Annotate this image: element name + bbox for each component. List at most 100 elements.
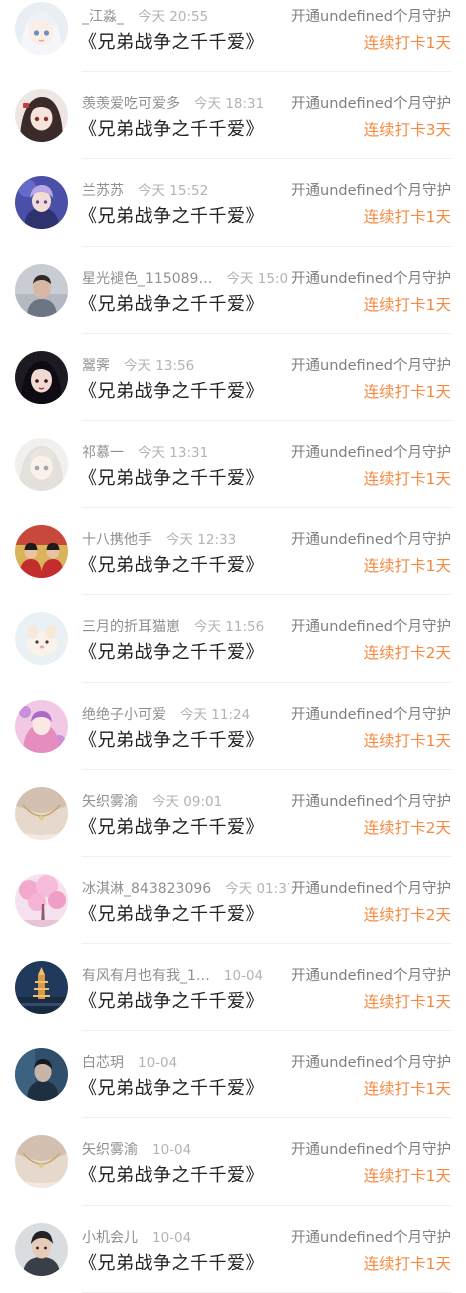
streak-badge: 连续打卡1天 [363, 208, 451, 227]
user-meta: 翯霁 今天 13:56 [82, 356, 292, 376]
record-row[interactable]: 矢织雾渝 10-04 《兄弟战争之千千爱》 开通undefined个月守护 连续打… [0, 1118, 466, 1206]
plush-toy-avatar [15, 612, 68, 666]
work-title[interactable]: 《兄弟战争之千千爱》 [79, 1076, 264, 1102]
avatar[interactable] [15, 1222, 68, 1276]
user-meta: 星光褪色_115089… 今天 15:07 [82, 269, 292, 289]
action-text: 开通undefined个月守护 [289, 704, 451, 725]
streak-badge: 连续打卡1天 [363, 469, 451, 488]
username[interactable]: 羡羡爱吃可爱多 [82, 94, 180, 114]
avatar[interactable] [15, 350, 68, 404]
record-row[interactable]: 冰淇淋_843823096 今天 01:37 《兄弟战争之千千爱》 开通undef… [0, 857, 466, 945]
action-text: 开通undefined个月守护 [289, 1053, 451, 1074]
anime-girl-silver-hair-avatar [15, 437, 68, 491]
work-title[interactable]: 《兄弟战争之千千爱》 [79, 204, 264, 230]
record-row[interactable]: 三月的折耳猫崽 今天 11:56 《兄弟战争之千千爱》 开通undefined个月… [0, 595, 466, 683]
user-meta: 白芯玥 10-04 [82, 1053, 292, 1073]
streak-badge: 连续打卡1天 [363, 557, 451, 576]
avatar[interactable] [15, 176, 68, 230]
username[interactable]: 星光褪色_115089… [82, 269, 212, 289]
record-row[interactable]: _江淼_ 今天 20:55 《兄弟战争之千千爱》 开通undefined个月守护 … [0, 0, 466, 73]
user-meta: 冰淇淋_843823096 今天 01:37 [82, 879, 292, 899]
streak-badge: 连续打卡1天 [363, 731, 451, 750]
streak-badge: 连续打卡2天 [363, 644, 451, 663]
streak-badge: 连续打卡3天 [363, 121, 451, 140]
avatar[interactable] [15, 961, 68, 1015]
record-row[interactable]: 翯霁 今天 13:56 《兄弟战争之千千爱》 开通undefined个月守护 连续… [0, 334, 466, 422]
avatar[interactable] [15, 1135, 68, 1189]
action-text: 开通undefined个月守护 [289, 442, 451, 463]
avatar[interactable] [15, 786, 68, 840]
user-meta: 矢织雾渝 今天 09:01 [82, 792, 292, 812]
work-title[interactable]: 《兄弟战争之千千爱》 [79, 640, 264, 666]
work-title[interactable]: 《兄弟战争之千千爱》 [79, 728, 264, 754]
avatar[interactable] [15, 263, 68, 317]
user-meta: 祁慕一 今天 13:31 [82, 443, 292, 463]
record-row[interactable]: 祁慕一 今天 13:31 《兄弟战争之千千爱》 开通undefined个月守护 连… [0, 421, 466, 509]
action-text: 开通undefined个月守护 [289, 530, 451, 551]
avatar[interactable] [15, 699, 68, 753]
record-row[interactable]: 矢织雾渝 今天 09:01 《兄弟战争之千千爱》 开通undefined个月守护 … [0, 770, 466, 858]
pagoda-night-avatar [15, 961, 68, 1015]
username[interactable]: 小机会儿 [82, 1228, 138, 1248]
streak-badge: 连续打卡1天 [363, 382, 451, 401]
work-title[interactable]: 《兄弟战争之千千爱》 [79, 466, 264, 492]
streak-badge: 连续打卡1天 [363, 295, 451, 314]
avatar[interactable] [15, 525, 68, 579]
work-title[interactable]: 《兄弟战争之千千爱》 [79, 553, 264, 579]
record-row[interactable]: 羡羡爱吃可爱多 今天 18:31 《兄弟战争之千千爱》 开通undefined个月… [0, 72, 466, 160]
username[interactable]: 十八携他手 [82, 530, 152, 550]
username[interactable]: 翯霁 [82, 356, 110, 376]
username[interactable]: 矢织雾渝 [82, 792, 138, 812]
avatar[interactable] [15, 2, 68, 55]
record-row[interactable]: 星光褪色_115089… 今天 15:07 《兄弟战争之千千爱》 开通undefi… [0, 247, 466, 334]
action-text: 开通undefined个月守护 [289, 355, 451, 376]
record-row[interactable]: 十八携他手 今天 12:33 《兄弟战争之千千爱》 开通undefined个月守护… [0, 508, 466, 596]
user-meta: 羡羡爱吃可爱多 今天 18:31 [82, 94, 292, 114]
work-title[interactable]: 《兄弟战争之千千爱》 [79, 989, 264, 1015]
username[interactable]: 有风有月也有我_1… [82, 966, 210, 986]
username[interactable]: 兰苏苏 [82, 181, 124, 201]
avatar[interactable] [15, 873, 68, 927]
streak-badge: 连续打卡1天 [363, 1254, 451, 1273]
streak-badge: 连续打卡1天 [363, 1080, 451, 1099]
record-row[interactable]: 兰苏苏 今天 15:52 《兄弟战争之千千爱》 开通undefined个月守护 连… [0, 159, 466, 247]
anime-girl-dark-hair-avatar [15, 89, 68, 143]
user-meta: 小机会儿 10-04 [82, 1228, 292, 1248]
timestamp: 今天 01:37 [225, 880, 292, 897]
username[interactable]: 祁慕一 [82, 443, 124, 463]
timestamp: 今天 12:33 [166, 532, 237, 549]
timestamp: 10-04 [152, 1229, 192, 1246]
work-title[interactable]: 《兄弟战争之千千爱》 [79, 815, 264, 841]
action-text: 开通undefined个月守护 [289, 94, 451, 115]
avatar[interactable] [15, 1048, 68, 1102]
avatar[interactable] [15, 612, 68, 666]
record-row[interactable]: 绝绝子小可爱 今天 11:24 《兄弟战争之千千爱》 开通undefined个月守… [0, 683, 466, 770]
avatar[interactable] [15, 437, 68, 491]
work-title[interactable]: 《兄弟战争之千千爱》 [79, 292, 264, 318]
record-row[interactable]: 白芯玥 10-04 《兄弟战争之千千爱》 开通undefined个月守护 连续打卡… [0, 1031, 466, 1119]
work-title[interactable]: 《兄弟战争之千千爱》 [79, 902, 264, 928]
username[interactable]: 白芯玥 [82, 1053, 124, 1073]
timestamp: 10-04 [152, 1142, 192, 1159]
username[interactable]: 三月的折耳猫崽 [82, 617, 180, 637]
username[interactable]: 冰淇淋_843823096 [82, 879, 211, 899]
timestamp: 今天 13:56 [124, 357, 195, 374]
timestamp: 今天 15:07 [226, 270, 292, 287]
timestamp: 今天 11:56 [194, 619, 265, 636]
timestamp: 今天 11:24 [180, 706, 251, 723]
avatar[interactable] [15, 89, 68, 143]
user-meta: 矢织雾渝 10-04 [82, 1140, 292, 1160]
username[interactable]: 绝绝子小可爱 [82, 705, 166, 725]
username[interactable]: _江淼_ [82, 7, 124, 27]
timestamp: 今天 20:55 [138, 9, 209, 25]
timestamp: 今天 15:52 [138, 183, 209, 200]
work-title[interactable]: 《兄弟战争之千千爱》 [79, 379, 264, 405]
user-meta: 兰苏苏 今天 15:52 [82, 181, 292, 201]
record-row[interactable]: 有风有月也有我_1… 10-04 《兄弟战争之千千爱》 开通undefined个月… [0, 944, 466, 1032]
username[interactable]: 矢织雾渝 [82, 1140, 138, 1160]
work-title[interactable]: 《兄弟战争之千千爱》 [79, 117, 264, 143]
work-title[interactable]: 《兄弟战争之千千爱》 [79, 1251, 264, 1277]
timestamp: 今天 18:31 [194, 96, 265, 113]
work-title[interactable]: 《兄弟战争之千千爱》 [79, 30, 264, 56]
work-title[interactable]: 《兄弟战争之千千爱》 [79, 1163, 264, 1189]
